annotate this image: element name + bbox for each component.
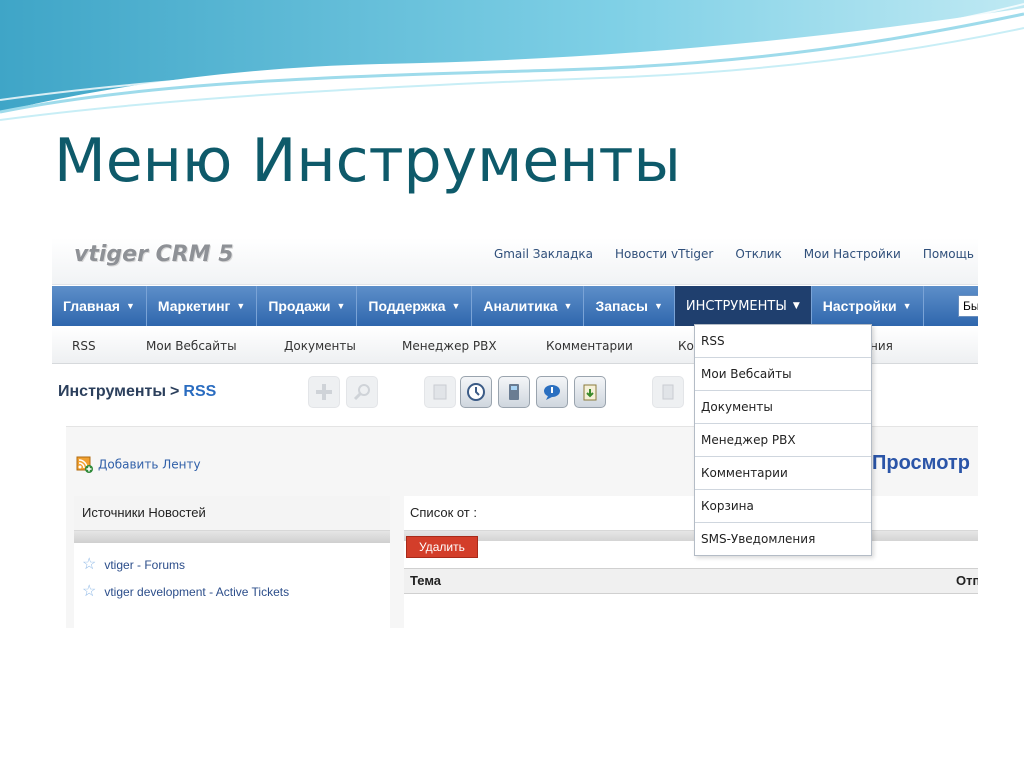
column-sender[interactable]: Отп <box>956 573 978 588</box>
slide-title: Меню Инструменты <box>54 126 681 196</box>
nav-inventory-label: Запасы <box>595 298 648 314</box>
star-icon[interactable]: ☆ <box>82 583 96 600</box>
subnav-trash[interactable]: Ко <box>678 339 694 353</box>
search-input[interactable]: Бы <box>958 295 978 317</box>
nav-settings[interactable]: Настройки ▼ <box>812 286 924 326</box>
menu-item-my-websites[interactable]: Мои Вебсайты <box>695 358 871 391</box>
subnav-my-websites[interactable]: Мои Вебсайты <box>146 339 237 353</box>
nav-support-label: Поддержка <box>368 298 446 314</box>
app-logo: vtiger CRM 5 <box>74 242 234 267</box>
subnav-documents[interactable]: Документы <box>284 339 356 353</box>
menu-item-comments[interactable]: Комментарии <box>695 457 871 490</box>
nav-home-label: Главная <box>63 298 120 314</box>
chat-icon[interactable] <box>536 376 568 408</box>
nav-home[interactable]: Главная ▼ <box>52 286 147 326</box>
subnav-pbx-manager[interactable]: Менеджер PBX <box>402 339 497 353</box>
star-icon[interactable]: ☆ <box>82 556 96 573</box>
feed-item[interactable]: ☆ vtiger development - Active Tickets <box>82 581 289 601</box>
tools-dropdown-menu: RSS Мои Вебсайты Документы Менеджер PBX … <box>694 324 872 556</box>
delete-button[interactable]: Удалить <box>406 536 478 558</box>
import-icon[interactable] <box>652 376 684 408</box>
list-header: Список от : <box>404 496 978 531</box>
subnav-comments[interactable]: Комментарии <box>546 339 633 353</box>
menu-item-documents[interactable]: Документы <box>695 391 871 424</box>
menu-item-sms[interactable]: SMS-Уведомления <box>695 523 871 555</box>
nav-analytics[interactable]: Аналитика ▼ <box>472 286 585 326</box>
add-icon[interactable] <box>308 376 340 408</box>
subnav-rss[interactable]: RSS <box>72 339 96 353</box>
chevron-down-icon: ▼ <box>451 301 461 311</box>
help-link[interactable]: Помощь <box>923 247 974 261</box>
divider <box>74 531 390 543</box>
app-header: vtiger CRM 5 Gmail Закладка Новости vTti… <box>52 238 978 285</box>
breadcrumb-current: RSS <box>183 383 217 400</box>
menu-item-rss[interactable]: RSS <box>695 325 871 358</box>
chevron-down-icon: ▼ <box>654 301 663 311</box>
header-wave-decoration <box>0 0 1024 121</box>
nav-inventory[interactable]: Запасы ▼ <box>584 286 675 326</box>
preview-heading: Просмотр <box>872 452 970 474</box>
clock-icon[interactable] <box>460 376 492 408</box>
table-header: Тема Отп <box>404 568 978 594</box>
calculator-icon[interactable] <box>498 376 530 408</box>
breadcrumb: Инструменты > RSS <box>58 383 216 401</box>
nav-tools-label: ИНСТРУМЕНТЫ <box>685 298 787 314</box>
nav-marketing-label: Маркетинг <box>157 298 231 314</box>
column-subject[interactable]: Тема <box>410 573 441 588</box>
rss-add-icon <box>76 456 94 474</box>
gmail-bookmark-link[interactable]: Gmail Закладка <box>494 247 593 261</box>
vtiger-news-link[interactable]: Новости vTtiger <box>615 247 713 261</box>
chevron-down-icon: ▼ <box>125 301 135 311</box>
feed-item[interactable]: ☆ vtiger - Forums <box>82 554 185 574</box>
calendar-icon[interactable] <box>424 376 456 408</box>
news-sources-box: Источники Новостей ☆ vtiger - Forums ☆ vti… <box>74 496 390 628</box>
my-settings-link[interactable]: Мои Настройки <box>804 247 901 261</box>
top-links: Gmail Закладка Новости vTtiger Отклик Мо… <box>494 247 974 261</box>
feed-item-label: vtiger - Forums <box>104 558 186 572</box>
menu-item-trash[interactable]: Корзина <box>695 490 871 523</box>
chevron-down-icon: ▼ <box>236 301 246 311</box>
chevron-down-icon: ▼ <box>336 301 346 311</box>
nav-tools[interactable]: ИНСТРУМЕНТЫ ▼ <box>674 286 812 326</box>
add-feed-link[interactable]: Добавить Ленту <box>76 456 201 474</box>
chevron-down-icon: ▼ <box>563 301 573 311</box>
nav-sales[interactable]: Продажи ▼ <box>257 286 358 326</box>
menu-item-pbx-manager[interactable]: Менеджер PBX <box>695 424 871 457</box>
feedback-link[interactable]: Отклик <box>735 247 781 261</box>
feed-list-box: Список от : Удалить Тема Отп <box>404 496 978 628</box>
divider <box>404 531 978 541</box>
search-icon[interactable] <box>346 376 378 408</box>
nav-analytics-label: Аналитика <box>483 298 558 314</box>
nav-sales-label: Продажи <box>268 298 331 314</box>
chevron-down-icon: ▼ <box>902 301 912 311</box>
nav-support[interactable]: Поддержка ▼ <box>357 286 473 326</box>
chevron-down-icon: ▼ <box>792 301 800 311</box>
main-nav: Главная ▼ Маркетинг ▼ Продажи ▼ Поддержка ▼ … <box>52 286 978 326</box>
nav-marketing[interactable]: Маркетинг ▼ <box>147 286 258 326</box>
breadcrumb-parent[interactable]: Инструменты <box>58 383 166 400</box>
nav-settings-label: Настройки <box>822 298 897 314</box>
clipboard-icon[interactable] <box>574 376 606 408</box>
news-sources-header: Источники Новостей <box>74 496 390 531</box>
crm-screenshot: vtiger CRM 5 Gmail Закладка Новости vTti… <box>52 238 978 628</box>
breadcrumb-separator: > <box>170 383 180 400</box>
subnav-sms[interactable]: ния <box>870 339 893 353</box>
feed-item-label: vtiger development - Active Tickets <box>104 585 290 599</box>
add-feed-label: Добавить Ленту <box>98 457 201 472</box>
